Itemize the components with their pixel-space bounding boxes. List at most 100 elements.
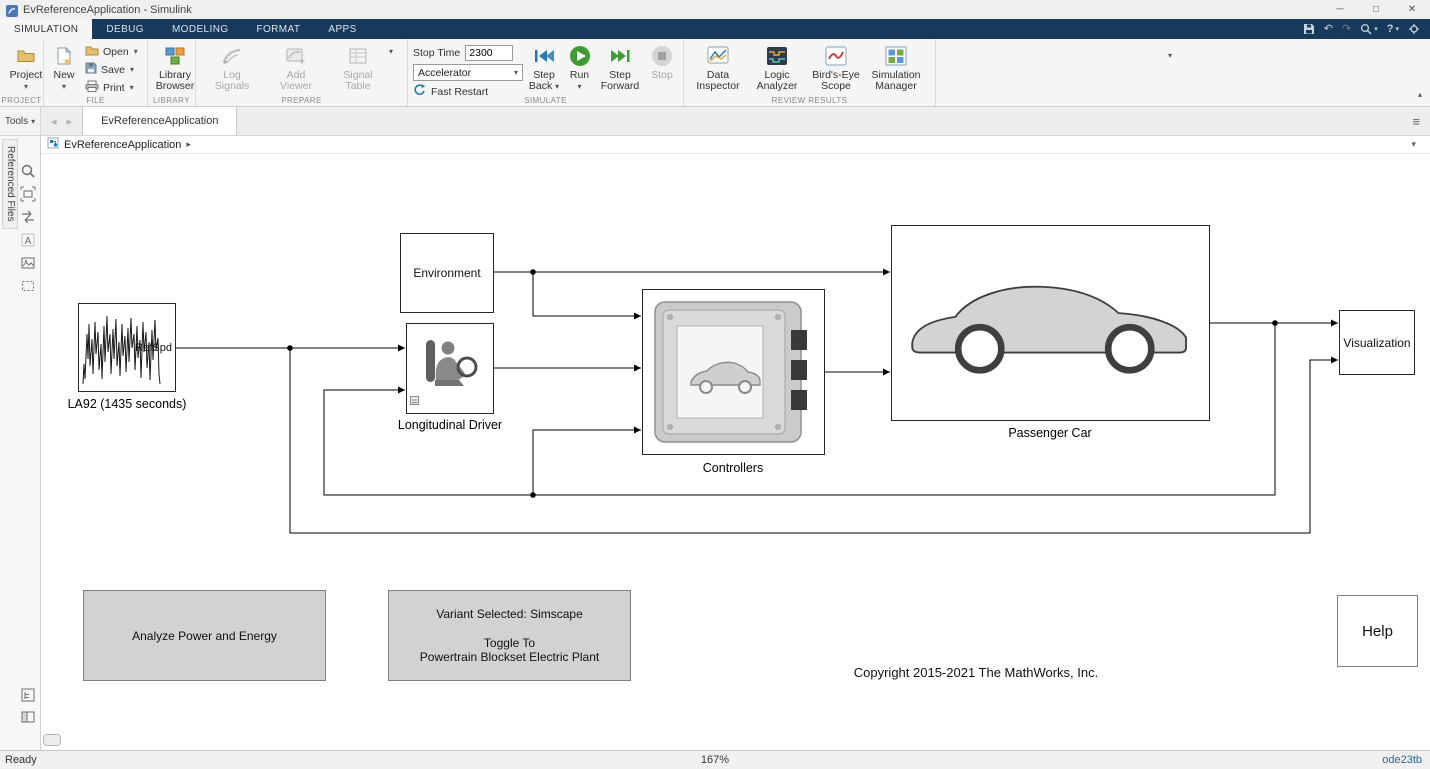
annotation-icon[interactable]: A: [19, 231, 37, 249]
add-viewer-button[interactable]: Add Viewer: [265, 43, 327, 93]
logic-analyzer-button[interactable]: Logic Analyzer: [749, 43, 805, 93]
birds-eye-scope-label: Bird's-Eye Scope: [810, 70, 862, 92]
drive-cycle-block[interactable]: RefSpd: [78, 303, 176, 392]
tools-caret-icon: ▾: [31, 117, 35, 126]
passenger-car-block[interactable]: [891, 225, 1210, 421]
status-bar: Ready 167% ode23tb: [0, 750, 1430, 769]
variant-toggle-label: Toggle To: [484, 636, 535, 650]
longitudinal-driver-label: Longitudinal Driver: [380, 418, 520, 432]
doc-forward-icon[interactable]: ▸: [67, 115, 73, 128]
tab-format[interactable]: FORMAT: [243, 19, 315, 39]
tab-debug[interactable]: DEBUG: [92, 19, 158, 39]
birds-eye-scope-button[interactable]: Bird's-Eye Scope: [807, 43, 865, 93]
save-label: Save: [101, 64, 125, 76]
fit-to-view-icon[interactable]: [19, 185, 37, 203]
environment-block[interactable]: Environment: [400, 233, 494, 313]
settings-icon[interactable]: [1408, 23, 1420, 35]
zoom-icon[interactable]: [19, 162, 37, 180]
breadcrumb-model-name[interactable]: EvReferenceApplication: [64, 139, 181, 151]
step-forward-label: Step Forward: [598, 70, 642, 92]
data-inspector-label: Data Inspector: [694, 70, 742, 92]
log-signals-icon: [222, 44, 242, 68]
close-button[interactable]: ✕: [1394, 0, 1430, 19]
new-caret-icon: ▾: [62, 82, 66, 91]
maximize-button[interactable]: □: [1358, 0, 1394, 19]
help-glyph: ?: [1387, 24, 1394, 35]
breadcrumb-arrow-icon: ▸: [186, 139, 191, 150]
block-badge-icon: [410, 392, 419, 410]
tab-list-menu-icon[interactable]: ≡: [1412, 107, 1430, 135]
driver-icon: [418, 332, 482, 396]
image-icon[interactable]: [19, 254, 37, 272]
minimize-button[interactable]: ─: [1322, 0, 1358, 19]
model-canvas[interactable]: RefSpd LA92 (1435 seconds) Environment L…: [41, 154, 1430, 750]
step-forward-icon: [609, 44, 631, 68]
open-button[interactable]: Open ▾: [83, 43, 140, 60]
section-review-results: Data Inspector Logic Analyzer Bird's-Eye…: [684, 39, 936, 106]
prepare-gallery-caret-icon[interactable]: ▾: [389, 47, 393, 56]
data-inspector-button[interactable]: Data Inspector: [689, 43, 747, 93]
save-button[interactable]: Save ▾: [83, 61, 140, 78]
help-icon[interactable]: ? ▾: [1387, 24, 1399, 35]
solver-link[interactable]: ode23tb: [1382, 754, 1422, 766]
stop-time-input[interactable]: [465, 45, 513, 61]
step-forward-button[interactable]: Step Forward: [596, 43, 644, 93]
document-tab[interactable]: EvReferenceApplication: [82, 107, 237, 135]
log-signals-button[interactable]: Log Signals: [201, 43, 263, 93]
section-label-simulate: SIMULATE: [408, 96, 683, 105]
signal-table-button[interactable]: Signal Table: [329, 43, 387, 93]
add-viewer-icon: [286, 44, 306, 68]
area-box-icon[interactable]: [19, 277, 37, 295]
redo-icon[interactable]: ↷: [1342, 24, 1351, 35]
variant-selected-label: Variant Selected: Simscape: [436, 607, 583, 621]
ribbon-tab-bar: SIMULATION DEBUG MODELING FORMAT APPS ↶ …: [0, 19, 1430, 39]
stop-label: Stop: [648, 70, 676, 81]
step-back-button[interactable]: Step Back ▾: [525, 43, 563, 93]
longitudinal-driver-block[interactable]: [406, 323, 494, 414]
section-label-library: LIBRARY: [148, 96, 195, 105]
tab-apps[interactable]: APPS: [314, 19, 370, 39]
hide-explorer-bar-button[interactable]: [43, 734, 61, 746]
quick-access-toolbar: ↶ ↷ ▾ ? ▾: [1303, 19, 1430, 39]
step-back-caret-icon: ▾: [555, 82, 559, 91]
tab-modeling[interactable]: MODELING: [158, 19, 243, 39]
help-label: Help: [1362, 623, 1393, 640]
collapse-toolstrip-button[interactable]: ▴: [1418, 90, 1422, 99]
print-caret-icon: ▾: [130, 83, 134, 92]
hide-show-explorer-icon[interactable]: [19, 708, 37, 726]
help-button[interactable]: Help: [1337, 595, 1418, 667]
variant-toggle-button[interactable]: Variant Selected: Simscape Toggle To Pow…: [388, 590, 631, 681]
svg-text:A: A: [25, 236, 32, 247]
tools-panel-header[interactable]: Tools ▾: [0, 107, 41, 135]
section-project: Project ▾ PROJECT: [0, 39, 44, 106]
section-file: New ▾ Open ▾ Save ▾ Print ▾: [44, 39, 148, 106]
model-browser-icon[interactable]: [19, 686, 37, 704]
save-icon[interactable]: [1303, 23, 1315, 35]
referenced-files-tab[interactable]: Referenced Files: [2, 139, 18, 229]
breadcrumb-dropdown-icon[interactable]: ▾: [1411, 139, 1424, 150]
library-browser-icon: [165, 44, 185, 68]
print-icon: [85, 80, 99, 95]
library-browser-button[interactable]: Library Browser: [153, 43, 197, 93]
tab-simulation[interactable]: SIMULATION: [0, 19, 92, 39]
search-icon[interactable]: ▾: [1360, 23, 1378, 35]
new-button[interactable]: New ▾: [49, 43, 79, 93]
project-button[interactable]: Project ▾: [5, 43, 47, 93]
undo-icon[interactable]: ↶: [1324, 24, 1333, 35]
compare-icon[interactable]: [19, 208, 37, 226]
simulation-manager-button[interactable]: Simulation Manager: [867, 43, 925, 93]
print-button[interactable]: Print ▾: [83, 79, 140, 96]
project-icon: [17, 44, 35, 68]
mode-caret-icon: ▾: [514, 68, 518, 77]
open-folder-icon: [85, 45, 99, 59]
search-caret-icon: ▾: [1374, 26, 1378, 33]
visualization-block[interactable]: Visualization: [1339, 310, 1415, 375]
doc-back-icon[interactable]: ◂: [51, 115, 57, 128]
simulation-mode-select[interactable]: Accelerator ▾: [413, 64, 523, 81]
stop-button[interactable]: Stop: [646, 43, 678, 82]
run-button[interactable]: Run ▾: [565, 43, 594, 93]
controllers-block[interactable]: [642, 289, 825, 455]
analyze-power-energy-button[interactable]: Analyze Power and Energy: [83, 590, 326, 681]
toolstrip-overflow-button[interactable]: ▾: [1168, 51, 1172, 60]
help-caret-icon: ▾: [1395, 26, 1399, 33]
